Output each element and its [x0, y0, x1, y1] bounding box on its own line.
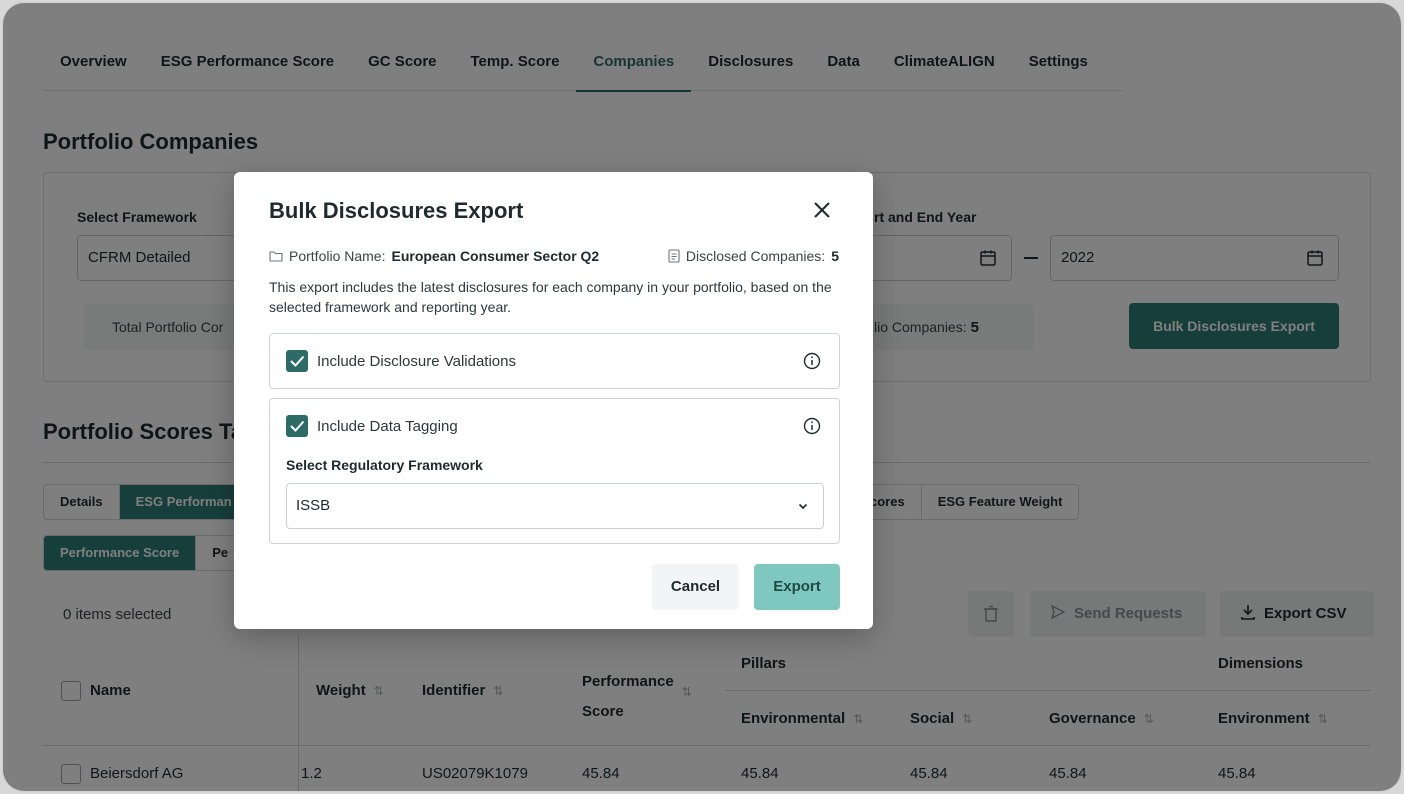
document-icon	[668, 249, 680, 263]
checkmark-icon	[290, 420, 305, 432]
close-icon[interactable]	[810, 198, 834, 222]
option-data-tagging: Include Data Tagging Select Regulatory F…	[269, 398, 840, 544]
regulatory-framework-select[interactable]: ISSB	[286, 483, 824, 529]
modal-meta: Portfolio Name: European Consumer Sector…	[269, 248, 839, 264]
info-icon[interactable]	[803, 352, 821, 370]
regulatory-framework-value: ISSB	[296, 497, 331, 514]
folder-icon	[269, 251, 283, 262]
portfolio-name-value: European Consumer Sector Q2	[391, 248, 600, 264]
option-disclosure-validations: Include Disclosure Validations	[269, 333, 840, 389]
export-button[interactable]: Export	[754, 564, 840, 610]
cancel-button[interactable]: Cancel	[652, 564, 739, 610]
bulk-export-modal: Bulk Disclosures Export Portfolio Name: …	[234, 172, 873, 629]
disclosed-companies-label: Disclosed Companies:	[685, 248, 826, 264]
chevron-down-icon	[798, 503, 808, 510]
portfolio-name-label: Portfolio Name:	[289, 248, 386, 264]
modal-title: Bulk Disclosures Export	[269, 198, 524, 223]
disclosure-validations-checkbox[interactable]	[286, 350, 308, 372]
portfolio-name-info: Portfolio Name: European Consumer Sector…	[269, 248, 599, 264]
disclosed-companies-info: Disclosed Companies: 5	[668, 248, 839, 264]
regulatory-framework-label: Select Regulatory Framework	[286, 457, 483, 473]
data-tagging-checkbox[interactable]	[286, 415, 308, 437]
data-tagging-label: Include Data Tagging	[317, 418, 458, 435]
info-icon[interactable]	[803, 417, 821, 435]
disclosed-companies-value: 5	[831, 248, 839, 264]
checkmark-icon	[290, 355, 305, 367]
export-description: This export includes the latest disclosu…	[269, 279, 832, 315]
app-window: Overview ESG Performance Score GC Score …	[2, 2, 1402, 792]
disclosure-validations-label: Include Disclosure Validations	[317, 353, 516, 370]
